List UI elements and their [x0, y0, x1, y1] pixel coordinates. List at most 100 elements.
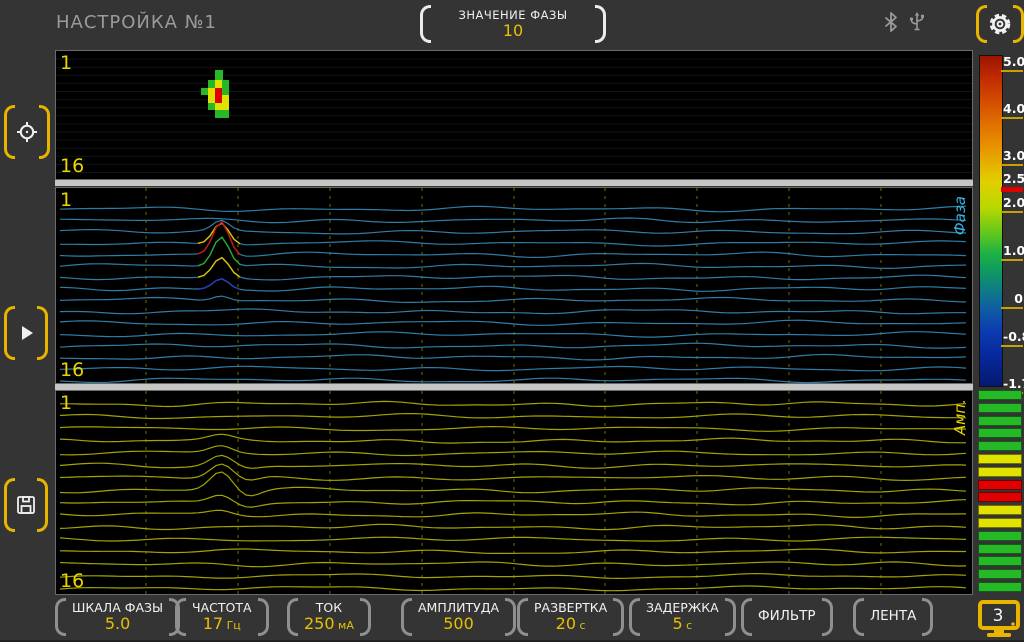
- heatmap-cell: [208, 88, 215, 95]
- bracket-left: [420, 5, 431, 43]
- level-bar: [978, 390, 1022, 400]
- button-label: ТОК: [316, 601, 342, 615]
- level-bar: [978, 467, 1022, 477]
- heatmap-cell: [215, 88, 222, 95]
- colorbar-tick: [1001, 187, 1023, 192]
- heatmap-cell: [215, 95, 222, 103]
- channel-last-label: 16: [60, 572, 84, 591]
- amplitude-button[interactable]: АМПЛИТУДА500: [401, 598, 505, 636]
- channel-last-label: 16: [60, 157, 84, 176]
- bracket-right: [258, 598, 269, 636]
- colorbar-tick-label: 2.0: [1003, 197, 1023, 210]
- channel-first-label: 1: [60, 191, 72, 210]
- bracket-left: [401, 598, 412, 636]
- level-bar: [978, 556, 1022, 566]
- signal-trace: [60, 510, 966, 517]
- level-bar: [978, 480, 1022, 490]
- bracket-right: [39, 105, 50, 159]
- bracket-right: [822, 598, 833, 636]
- bracket-right: [37, 306, 48, 360]
- locate-button[interactable]: [4, 105, 48, 159]
- bracket-left: [741, 598, 752, 636]
- colorbar-tick: [1001, 164, 1023, 166]
- panel-divider: [55, 180, 973, 186]
- signal-trace-alarm: [198, 279, 240, 290]
- heatmap-cell: [208, 95, 215, 103]
- bracket-right: [922, 598, 933, 636]
- level-bar: [978, 416, 1022, 426]
- bracket-left: [175, 598, 186, 636]
- signal-trace: [60, 355, 966, 360]
- level-bar: [978, 441, 1022, 451]
- button-value: 250 мА: [304, 615, 354, 633]
- heatmap-panel[interactable]: 1 16: [55, 50, 973, 180]
- signal-trace: [60, 320, 966, 325]
- colorbar-tick-label: 0: [1003, 293, 1023, 306]
- colorbar-tick-label: 4.0: [1003, 103, 1023, 116]
- bracket-left: [4, 306, 15, 360]
- signal-trace: [60, 309, 966, 314]
- bracket-left: [4, 105, 15, 159]
- colorbar-tick-label: 3.0: [1003, 150, 1023, 163]
- bracket-right: [37, 478, 48, 532]
- page-title: НАСТРОЙКА №1: [56, 12, 217, 33]
- filter-button[interactable]: ФИЛЬТР: [741, 598, 841, 636]
- signal-trace: [60, 434, 966, 443]
- signal-trace: [60, 296, 966, 302]
- signal-trace-alarm: [198, 223, 240, 244]
- delay-button[interactable]: ЗАДЕРЖКА5 с: [629, 598, 729, 636]
- button-label: ЛЕНТА: [870, 609, 916, 625]
- bracket-left: [55, 598, 66, 636]
- bracket-left: [976, 5, 987, 43]
- signal-trace: [60, 279, 966, 292]
- device-screen: НАСТРОЙКА №1 ЗНАЧЕНИЕ ФАЗЫ 10: [0, 0, 1024, 640]
- frequency-button[interactable]: ЧАСТОТА17 Гц: [175, 598, 275, 636]
- save-button[interactable]: [4, 478, 48, 532]
- phase-traces-panel[interactable]: 1 16 Фаза: [55, 187, 973, 384]
- signal-trace: [60, 446, 966, 456]
- bracket-right: [613, 598, 624, 636]
- level-bar: [978, 518, 1022, 528]
- signal-trace: [60, 332, 966, 337]
- screen-number: 3: [993, 606, 1004, 626]
- phase-value-box[interactable]: ЗНАЧЕНИЕ ФАЗЫ 10: [420, 5, 606, 43]
- signal-trace: [60, 562, 966, 567]
- screen-number-button[interactable]: 3: [976, 600, 1022, 638]
- colorbar-tick-label: 1.0: [1003, 245, 1023, 258]
- phase-axis-label: Фаза: [951, 196, 969, 235]
- start-button[interactable]: [4, 306, 48, 360]
- signal-trace: [60, 495, 966, 507]
- level-bar: [978, 531, 1022, 541]
- colorbar-tick-label: -1.7: [1003, 378, 1023, 391]
- signal-trace: [60, 258, 966, 280]
- bracket-right: [360, 598, 371, 636]
- signal-trace: [60, 378, 966, 382]
- signal-trace: [60, 223, 966, 246]
- sweep-button[interactable]: РАЗВЕРТКА20 с: [517, 598, 617, 636]
- tape-button[interactable]: ЛЕНТА: [853, 598, 953, 636]
- current-button[interactable]: ТОК250 мА: [287, 598, 389, 636]
- level-bar: [978, 454, 1022, 464]
- bracket-left: [4, 478, 15, 532]
- bracket-left: [287, 598, 298, 636]
- amplitude-traces-panel[interactable]: 1 16 Амп.: [55, 390, 973, 595]
- heatmap-cell: [201, 88, 208, 95]
- signal-trace: [60, 574, 966, 579]
- level-bar: [978, 428, 1022, 438]
- level-bar: [978, 582, 1022, 592]
- button-unit: с: [576, 619, 586, 632]
- heatmap-cell: [208, 80, 215, 88]
- button-value: 20 с: [556, 615, 586, 633]
- settings-button[interactable]: [976, 5, 1020, 43]
- signal-trace-alarm: [198, 258, 240, 278]
- signal-trace: [60, 524, 966, 529]
- floppy-icon: [15, 478, 37, 532]
- colorbar-tick: [1001, 70, 1023, 72]
- bracket-right: [1013, 5, 1024, 43]
- phase-colorbar: [979, 55, 1003, 387]
- colorbar-tick-label: 2.5: [1003, 173, 1023, 186]
- button-unit: Гц: [223, 619, 241, 632]
- signal-trace: [60, 537, 966, 541]
- usb-icon: [908, 11, 926, 37]
- phase-scale-button[interactable]: ШКАЛА ФАЗЫ5.0: [55, 598, 163, 636]
